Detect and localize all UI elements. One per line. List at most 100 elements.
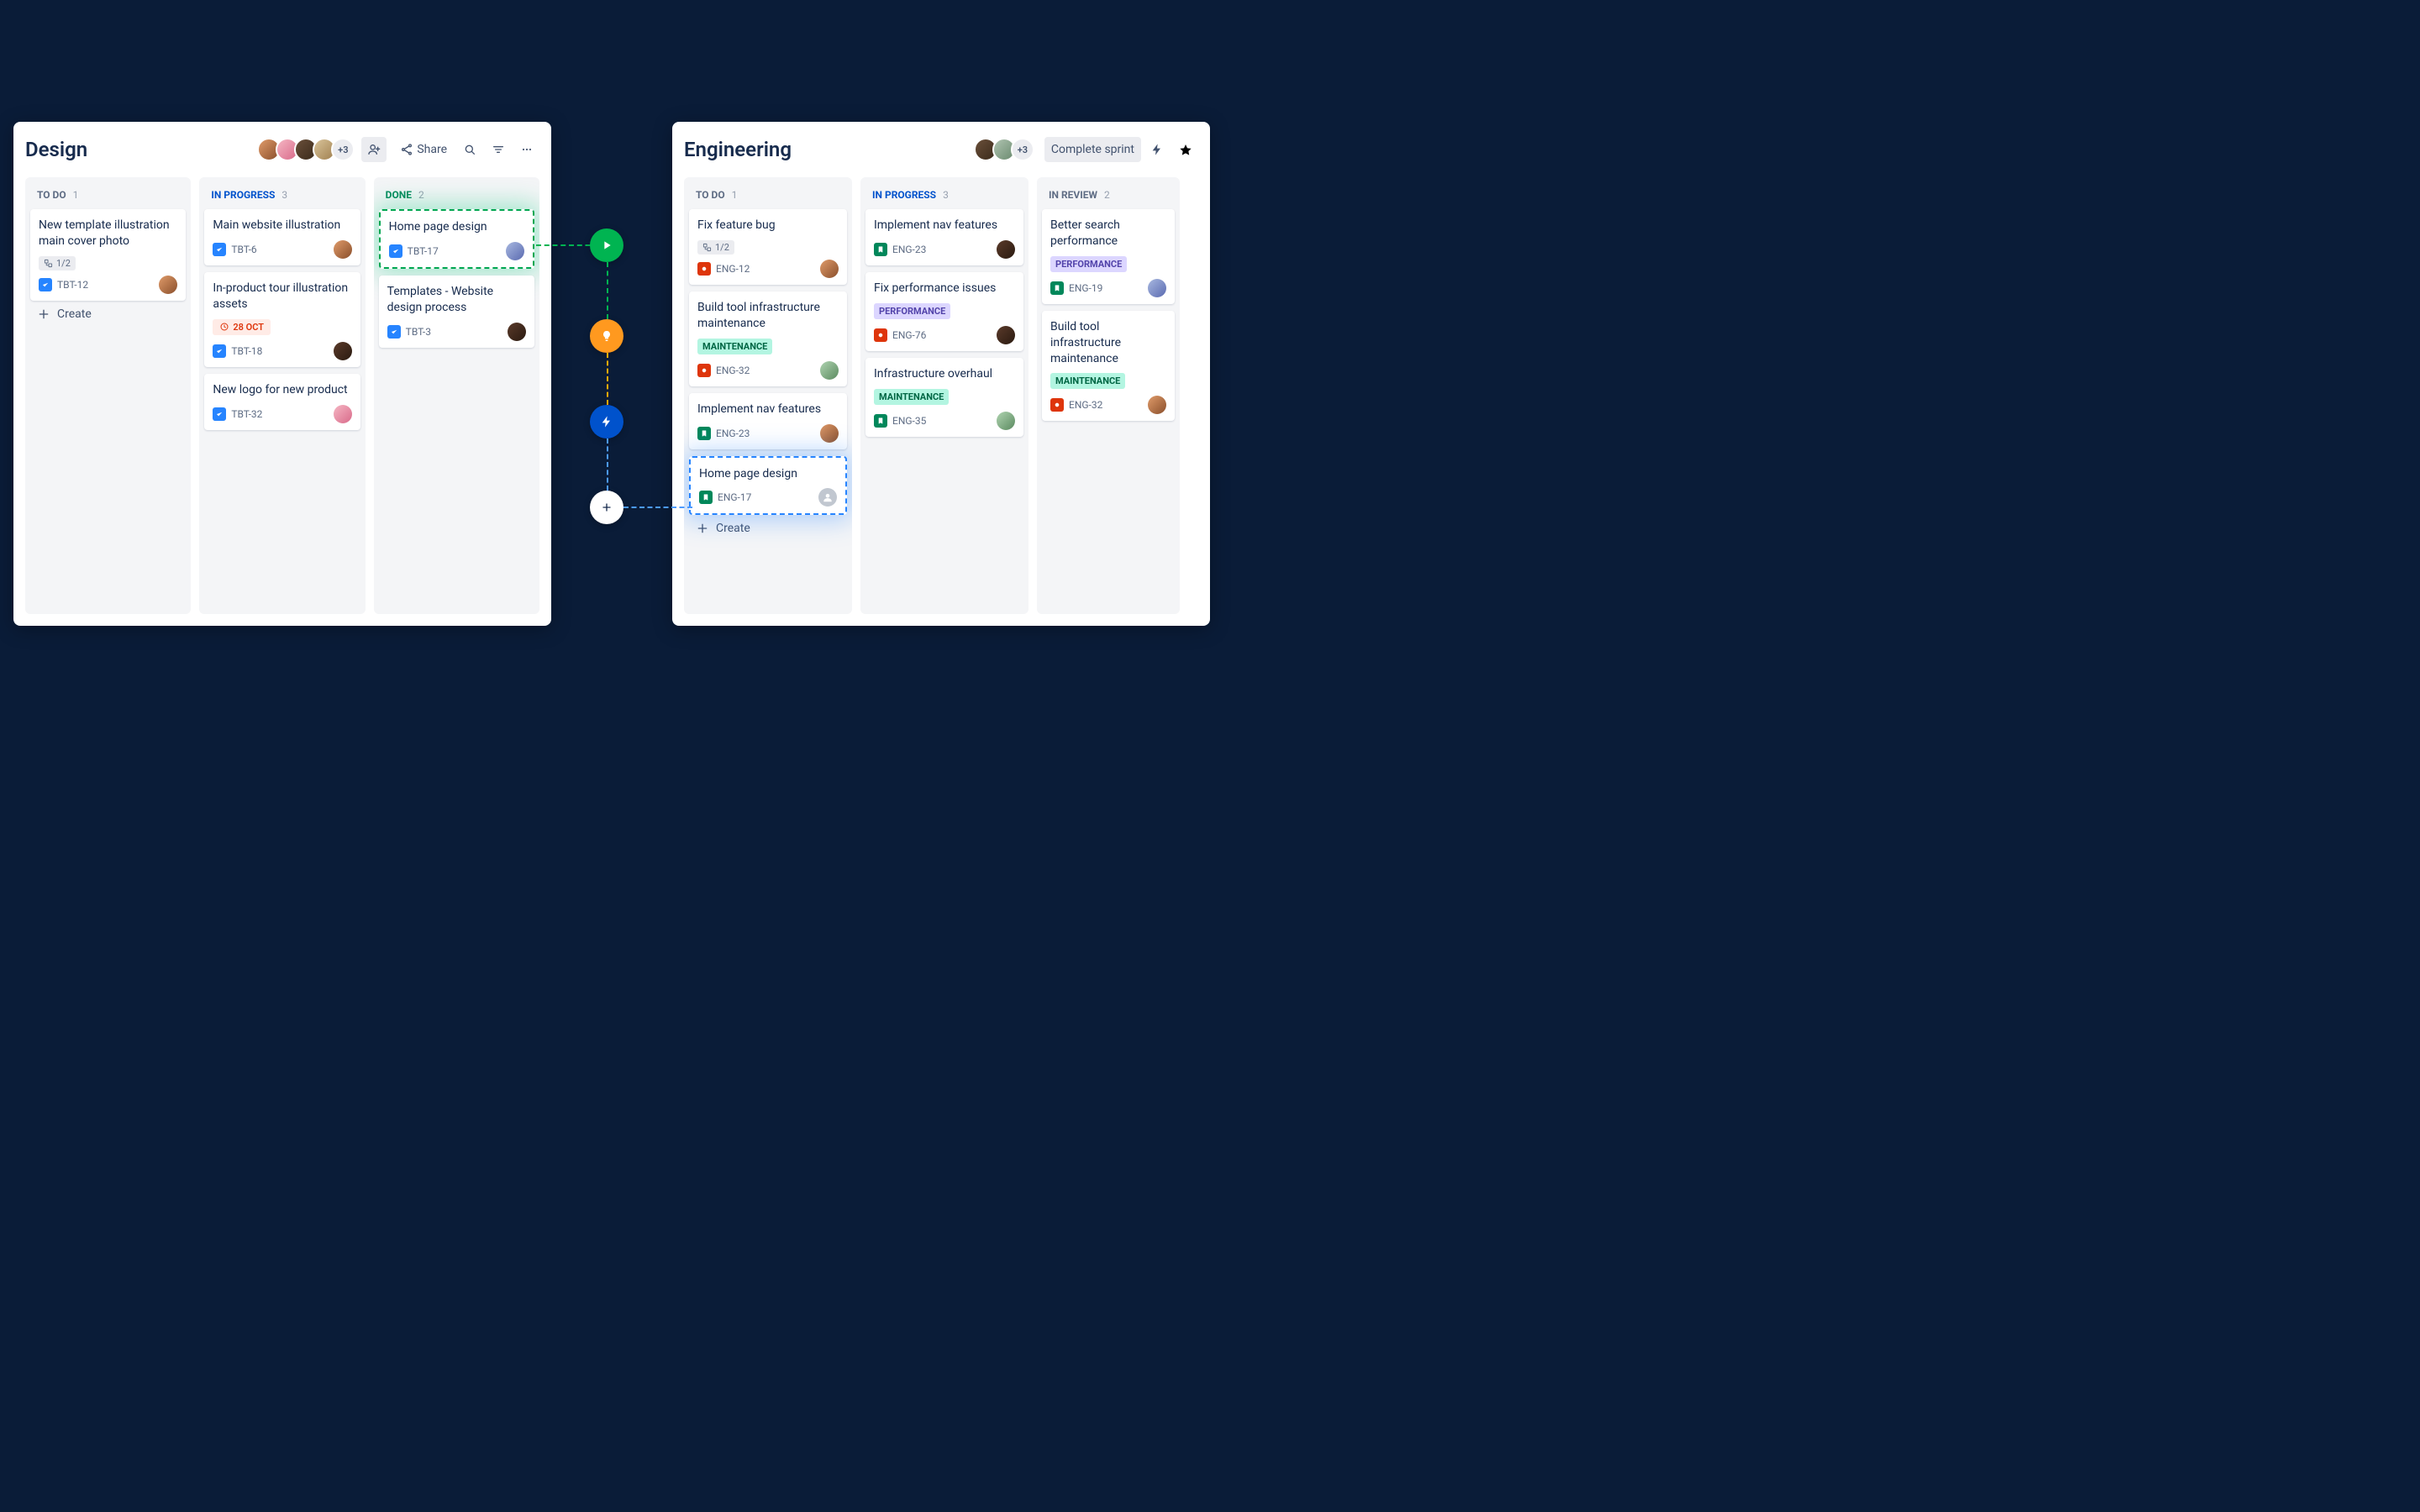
eng-column-inreview: IN REVIEW 2 Better search performance PE… (1037, 177, 1180, 614)
due-date-badge: 28 OCT (213, 319, 271, 335)
design-column-todo: TO DO 1 New template illustration main c… (25, 177, 191, 614)
card-title: Home page design (389, 219, 524, 235)
more-icon[interactable] (514, 137, 539, 162)
card-title: Home page design (699, 466, 837, 482)
eng-column-todo: TO DO 1 Fix feature bug 1/2 ENG-12 (684, 177, 852, 614)
issue-card[interactable]: Fix performance issues PERFORMANCE ENG-7… (865, 272, 1023, 351)
issue-key: ENG-76 (892, 329, 926, 341)
assignee-avatar[interactable] (997, 326, 1015, 344)
column-name: IN PROGRESS (872, 189, 936, 201)
issue-card[interactable]: Main website illustration TBT-6 (204, 209, 360, 265)
issue-type-story-icon (1050, 281, 1064, 295)
card-title: Fix performance issues (874, 281, 1015, 297)
column-header: IN REVIEW 2 (1042, 186, 1175, 209)
engineering-board-header: Engineering +3 Complete sprint (684, 137, 1198, 162)
design-board-header: Design +3 Share (25, 137, 539, 162)
star-icon[interactable] (1173, 137, 1198, 162)
engineering-columns: TO DO 1 Fix feature bug 1/2 ENG-12 (684, 177, 1198, 614)
share-button[interactable]: Share (393, 137, 454, 162)
design-board-title: Design (25, 138, 87, 161)
issue-key: TBT-18 (231, 345, 262, 357)
add-step-icon[interactable] (590, 491, 623, 524)
card-title: Build tool infrastructure maintenance (1050, 319, 1166, 367)
engineering-avatar-group[interactable]: +3 (974, 138, 1034, 161)
subtask-badge: 1/2 (39, 256, 76, 270)
issue-type-story-icon (699, 491, 713, 504)
issue-key: TBT-3 (406, 326, 431, 338)
create-issue-button[interactable]: Create (30, 301, 186, 328)
issue-card[interactable]: New template illustration main cover pho… (30, 209, 186, 301)
design-columns: TO DO 1 New template illustration main c… (25, 177, 539, 614)
subtask-count: 1/2 (56, 258, 71, 269)
label-maintenance: MAINTENANCE (1050, 373, 1125, 389)
card-title: New logo for new product (213, 382, 351, 398)
issue-card[interactable]: Implement nav features ENG-23 (689, 393, 847, 449)
issue-card[interactable]: In-product tour illustration assets 28 O… (204, 272, 360, 367)
assignee-avatar[interactable] (334, 342, 352, 360)
assignee-avatar[interactable] (334, 240, 352, 259)
design-column-done: DONE 2 Home page design TBT-17 Templates… (374, 177, 539, 614)
issue-card-highlighted[interactable]: Home page design TBT-17 (379, 209, 534, 269)
column-count: 3 (281, 189, 287, 201)
search-icon[interactable] (457, 137, 482, 162)
assignee-avatar[interactable] (508, 323, 526, 341)
column-header: DONE 2 (379, 186, 534, 209)
assignee-avatar[interactable] (334, 405, 352, 423)
filter-icon[interactable] (486, 137, 511, 162)
column-count: 1 (73, 189, 79, 201)
avatar-overflow[interactable]: +3 (1011, 138, 1034, 161)
assignee-avatar[interactable] (159, 276, 177, 294)
column-name: TO DO (696, 189, 725, 201)
assignee-avatar[interactable] (997, 240, 1015, 259)
engineering-board-title: Engineering (684, 138, 792, 161)
column-header: IN PROGRESS 3 (204, 186, 360, 209)
assignee-avatar[interactable] (820, 424, 839, 443)
assignee-avatar[interactable] (1148, 396, 1166, 414)
issue-card[interactable]: Build tool infrastructure maintenance MA… (1042, 311, 1175, 422)
create-issue-button[interactable]: Create (689, 515, 847, 542)
engineering-board: Engineering +3 Complete sprint TO DO 1 F… (672, 122, 1210, 626)
issue-card[interactable]: Infrastructure overhaul MAINTENANCE ENG-… (865, 358, 1023, 437)
complete-sprint-button[interactable]: Complete sprint (1044, 137, 1141, 162)
issue-card-highlighted[interactable]: Home page design ENG-17 (689, 456, 847, 516)
trigger-play-icon[interactable] (590, 228, 623, 262)
issue-card[interactable]: Implement nav features ENG-23 (865, 209, 1023, 265)
issue-card[interactable]: Templates - Website design process TBT-3 (379, 276, 534, 348)
issue-key: ENG-32 (716, 365, 750, 376)
issue-key: ENG-35 (892, 415, 926, 427)
subtask-count: 1/2 (715, 242, 729, 253)
assignee-avatar[interactable] (820, 361, 839, 380)
due-date: 28 OCT (233, 322, 264, 333)
assignee-avatar[interactable] (1148, 279, 1166, 297)
create-label: Create (716, 522, 750, 535)
eng-column-inprogress: IN PROGRESS 3 Implement nav features ENG… (860, 177, 1028, 614)
issue-type-bug-icon (874, 328, 887, 342)
column-name: IN PROGRESS (211, 189, 275, 201)
issue-card[interactable]: Better search performance PERFORMANCE EN… (1042, 209, 1175, 304)
issue-type-bug-icon (697, 364, 711, 377)
add-people-button[interactable] (361, 137, 387, 162)
action-bolt-icon[interactable] (590, 405, 623, 438)
assignee-avatar[interactable] (997, 412, 1015, 430)
subtask-badge: 1/2 (697, 240, 734, 255)
unassigned-avatar-icon[interactable] (818, 488, 837, 507)
issue-card[interactable]: Fix feature bug 1/2 ENG-12 (689, 209, 847, 285)
column-count: 1 (732, 189, 738, 201)
assignee-avatar[interactable] (820, 260, 839, 278)
issue-type-task-icon (213, 407, 226, 421)
avatar-overflow[interactable]: +3 (331, 138, 355, 161)
share-label: Share (417, 143, 447, 156)
complete-sprint-label: Complete sprint (1051, 143, 1134, 156)
card-title: Templates - Website design process (387, 284, 526, 316)
condition-bulb-icon[interactable] (590, 319, 623, 353)
card-title: Fix feature bug (697, 218, 839, 234)
design-avatar-group[interactable]: +3 (257, 138, 355, 161)
issue-card[interactable]: New logo for new product TBT-32 (204, 374, 360, 430)
issue-card[interactable]: Build tool infrastructure maintenance MA… (689, 291, 847, 386)
issue-key: ENG-23 (892, 244, 926, 255)
column-header: TO DO 1 (30, 186, 186, 209)
issue-type-task-icon (387, 325, 401, 339)
assignee-avatar[interactable] (506, 242, 524, 260)
automation-icon[interactable] (1144, 137, 1170, 162)
card-title: Implement nav features (874, 218, 1015, 234)
